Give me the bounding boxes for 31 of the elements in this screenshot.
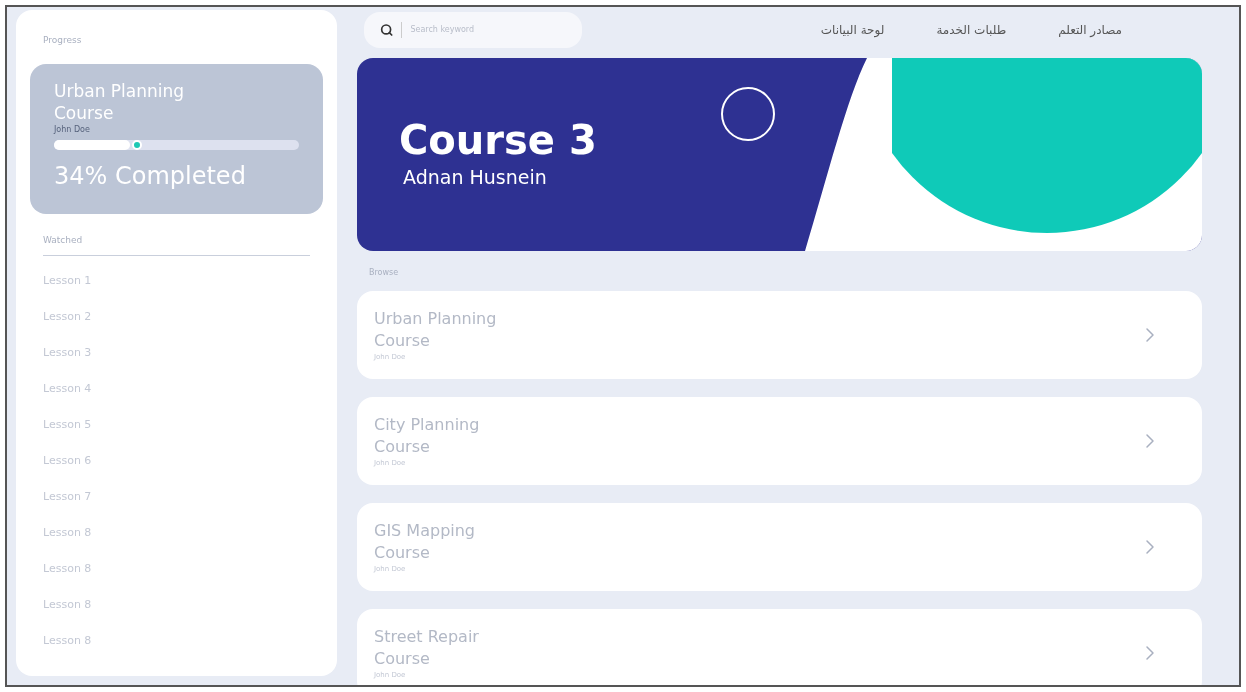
course-author: John Doe (54, 123, 91, 136)
lesson-item[interactable]: Lesson 3 (43, 338, 323, 374)
watched-heading: Watched (43, 233, 84, 247)
browse-heading: Browse (369, 267, 400, 279)
course-title: GIS Mapping Course (374, 519, 477, 564)
search-input[interactable]: Search keyword (410, 24, 566, 36)
lesson-item[interactable]: Lesson 4 (43, 374, 323, 410)
nav-link[interactable]: مصادر التعلم (1058, 21, 1122, 39)
banner-title: Course 3 (399, 117, 598, 164)
lesson-item[interactable]: Lesson 1 (43, 266, 323, 302)
lesson-item[interactable]: Lesson 8 (43, 626, 323, 662)
lesson-item[interactable]: Lesson 6 (43, 446, 323, 482)
lesson-item[interactable]: Lesson 8 (43, 554, 323, 590)
search-field[interactable]: Search keyword (364, 12, 582, 48)
banner-subtitle: Adnan Husnein (403, 165, 548, 191)
progress-thumb[interactable] (131, 139, 142, 150)
nav-link[interactable]: طلبات الخدمة (936, 21, 1007, 39)
nav-link[interactable]: لوحة البيانات (820, 21, 885, 39)
completion-status: 34% Completed (54, 160, 247, 192)
lesson-item[interactable]: Lesson 7 (43, 482, 323, 518)
lesson-item[interactable]: Lesson 5 (43, 410, 323, 446)
lesson-item[interactable]: Lesson 2 (43, 302, 323, 338)
lesson-item[interactable]: Lesson 8 (43, 590, 323, 626)
course-title: City Planning Course (374, 413, 481, 458)
progress-heading: Progress (43, 34, 83, 47)
course-title: Urban Planning Course (54, 79, 186, 124)
ring-icon (721, 87, 775, 141)
course-title: Street Repair Course (374, 625, 480, 670)
course-title: Urban Planning Course (374, 307, 498, 352)
search-icon (380, 22, 394, 38)
lesson-item[interactable]: Lesson 8 (43, 518, 323, 554)
